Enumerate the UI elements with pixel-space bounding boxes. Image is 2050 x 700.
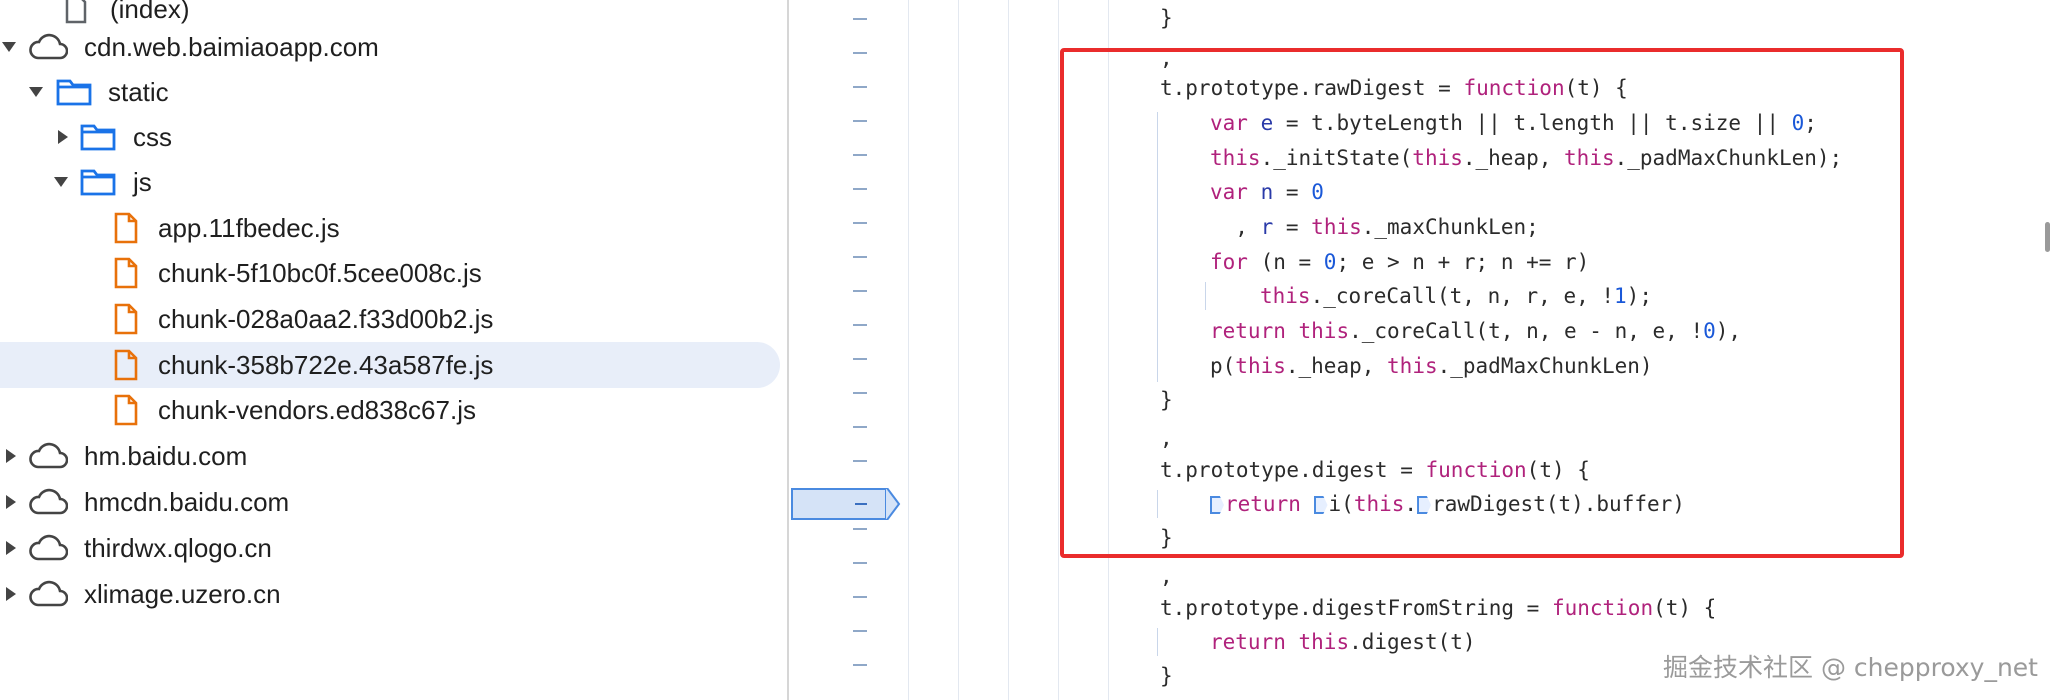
code-line: ,	[1160, 564, 1173, 588]
watermark: 掘金技术社区 @ chepproxy_net	[1663, 653, 2038, 682]
code-line: }	[1160, 6, 1173, 30]
code-line: return this.digest(t)	[1210, 630, 1476, 654]
code-line: }	[1160, 664, 1173, 688]
highlight-box	[1060, 48, 1904, 558]
scrollbar[interactable]	[2045, 222, 2050, 252]
indent-guide	[1157, 628, 1158, 656]
code-line: t.prototype.digestFromString = function(…	[1160, 596, 1717, 620]
